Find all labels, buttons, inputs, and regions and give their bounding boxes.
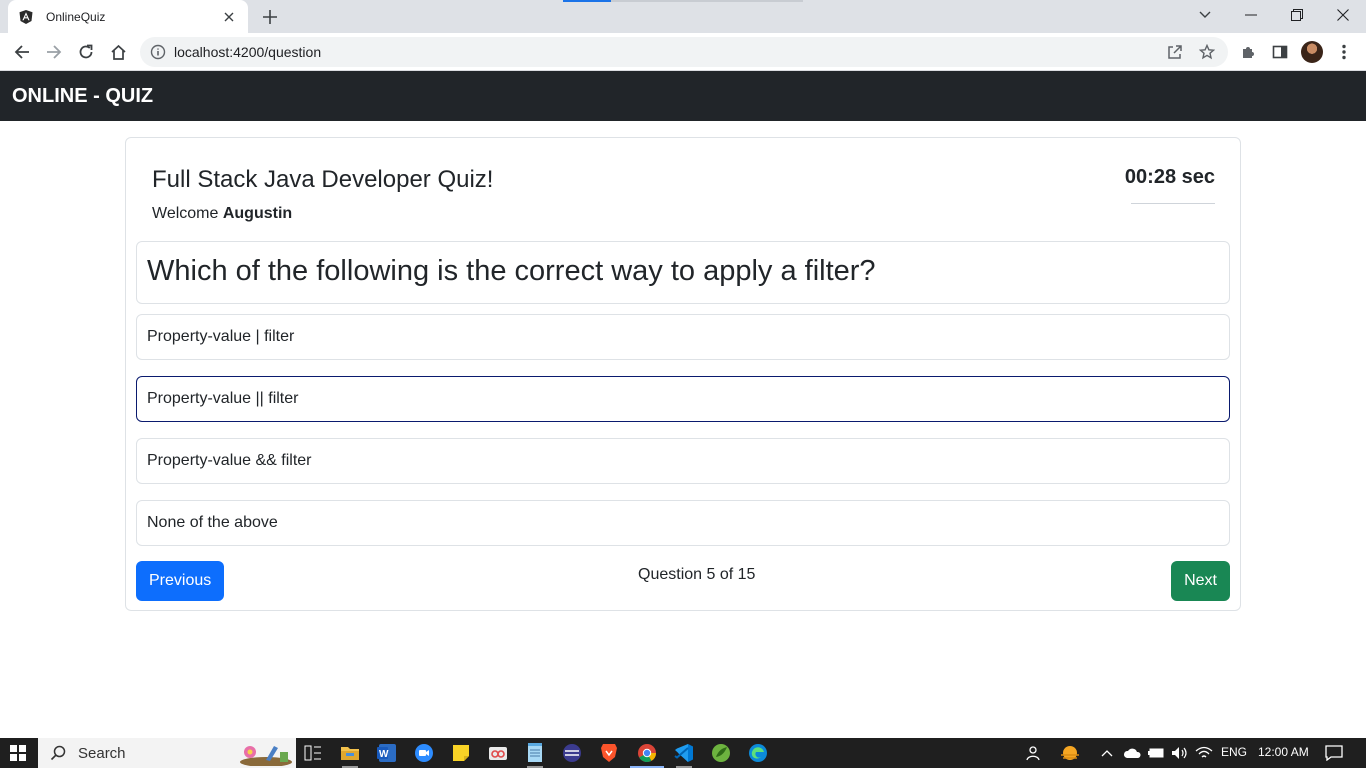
address-bar[interactable]: localhost:4200/question [140,37,1228,67]
word-icon[interactable]: W [376,742,398,764]
brave-icon[interactable] [598,742,620,764]
windows-taskbar: Search W ENG 12:00 AM [0,738,1366,768]
task-view-icon[interactable] [302,742,324,764]
reload-icon[interactable] [72,38,100,66]
previous-button[interactable]: Previous [136,561,225,601]
back-icon[interactable] [8,38,36,66]
question-panel: Which of the following is the correct wa… [136,241,1230,304]
extensions-icon[interactable] [1234,38,1262,66]
notifications-icon[interactable] [1324,744,1344,762]
taskbar-search-box[interactable]: Search [38,738,296,768]
answer-option[interactable]: Property-value && filter [136,438,1230,484]
weather-icon[interactable] [1056,744,1084,762]
chevron-up-icon[interactable] [1100,744,1114,762]
url-text: localhost:4200/question [174,44,322,60]
menu-dots-icon[interactable] [1330,38,1358,66]
question-counter: Question 5 of 15 [638,566,756,583]
clock[interactable]: 12:00 AM [1258,745,1309,759]
answer-option[interactable]: Property-value | filter [136,314,1230,360]
user-name: Augustin [222,205,293,222]
search-placeholder: Search [78,744,126,762]
chrome-icon[interactable] [630,742,664,768]
angular-favicon-icon [18,9,34,25]
browser-tab[interactable]: OnlineQuiz [8,0,248,33]
notepad-icon[interactable] [524,742,546,768]
people-icon[interactable] [1024,744,1044,762]
restore-icon[interactable] [1274,0,1320,30]
browser-toolbar: localhost:4200/question [0,33,1366,71]
zoom-icon[interactable] [413,742,435,764]
file-explorer-icon[interactable] [339,742,361,768]
close-tab-icon[interactable] [220,8,238,26]
tab-title: OnlineQuiz [46,9,106,24]
wifi-icon[interactable] [1194,744,1214,762]
timer-divider [1131,203,1215,204]
browser-tab-strip: OnlineQuiz [0,0,1366,33]
countdown-timer: 00:28 sec [1124,166,1215,188]
svg-text:W: W [379,749,389,760]
side-panel-icon[interactable] [1266,38,1294,66]
onedrive-icon[interactable] [1122,744,1142,762]
welcome-prefix: Welcome [152,205,219,222]
language-indicator[interactable]: ENG [1221,745,1247,759]
app-navbar: ONLINE - QUIZ [0,71,1366,121]
loading-track [611,0,803,2]
answer-option-selected[interactable]: Property-value || filter [136,376,1230,422]
window-close-icon[interactable] [1320,0,1366,30]
next-button[interactable]: Next [1171,561,1230,601]
loading-indicator [563,0,611,2]
site-info-icon[interactable] [150,44,166,60]
volume-icon[interactable] [1170,744,1190,762]
search-highlight-illustration [236,740,292,767]
profile-avatar[interactable] [1301,41,1323,63]
snipping-tool-icon[interactable] [487,742,509,764]
quiz-card: Full Stack Java Developer Quiz! Welcome … [125,137,1241,611]
share-icon[interactable] [1166,43,1184,61]
bookmark-star-icon[interactable] [1198,43,1216,61]
home-icon[interactable] [104,38,132,66]
quiz-title: Full Stack Java Developer Quiz! [152,166,494,193]
forward-icon[interactable] [40,38,68,66]
app-brand[interactable]: ONLINE - QUIZ [12,85,153,108]
sticky-notes-icon[interactable] [450,742,472,764]
minimize-icon[interactable] [1228,0,1274,30]
new-tab-icon[interactable] [258,6,282,28]
app-icon[interactable] [561,742,583,764]
search-icon [50,745,66,761]
windows-start-icon[interactable] [10,745,26,761]
vscode-icon[interactable] [673,742,695,768]
welcome-message: Welcome Augustin [152,205,292,223]
tab-search-icon[interactable] [1182,0,1228,30]
edge-icon[interactable] [747,742,769,764]
battery-icon[interactable] [1146,744,1166,762]
question-text: Which of the following is the correct wa… [147,255,876,287]
spring-tool-icon[interactable] [710,742,732,764]
answer-option[interactable]: None of the above [136,500,1230,546]
